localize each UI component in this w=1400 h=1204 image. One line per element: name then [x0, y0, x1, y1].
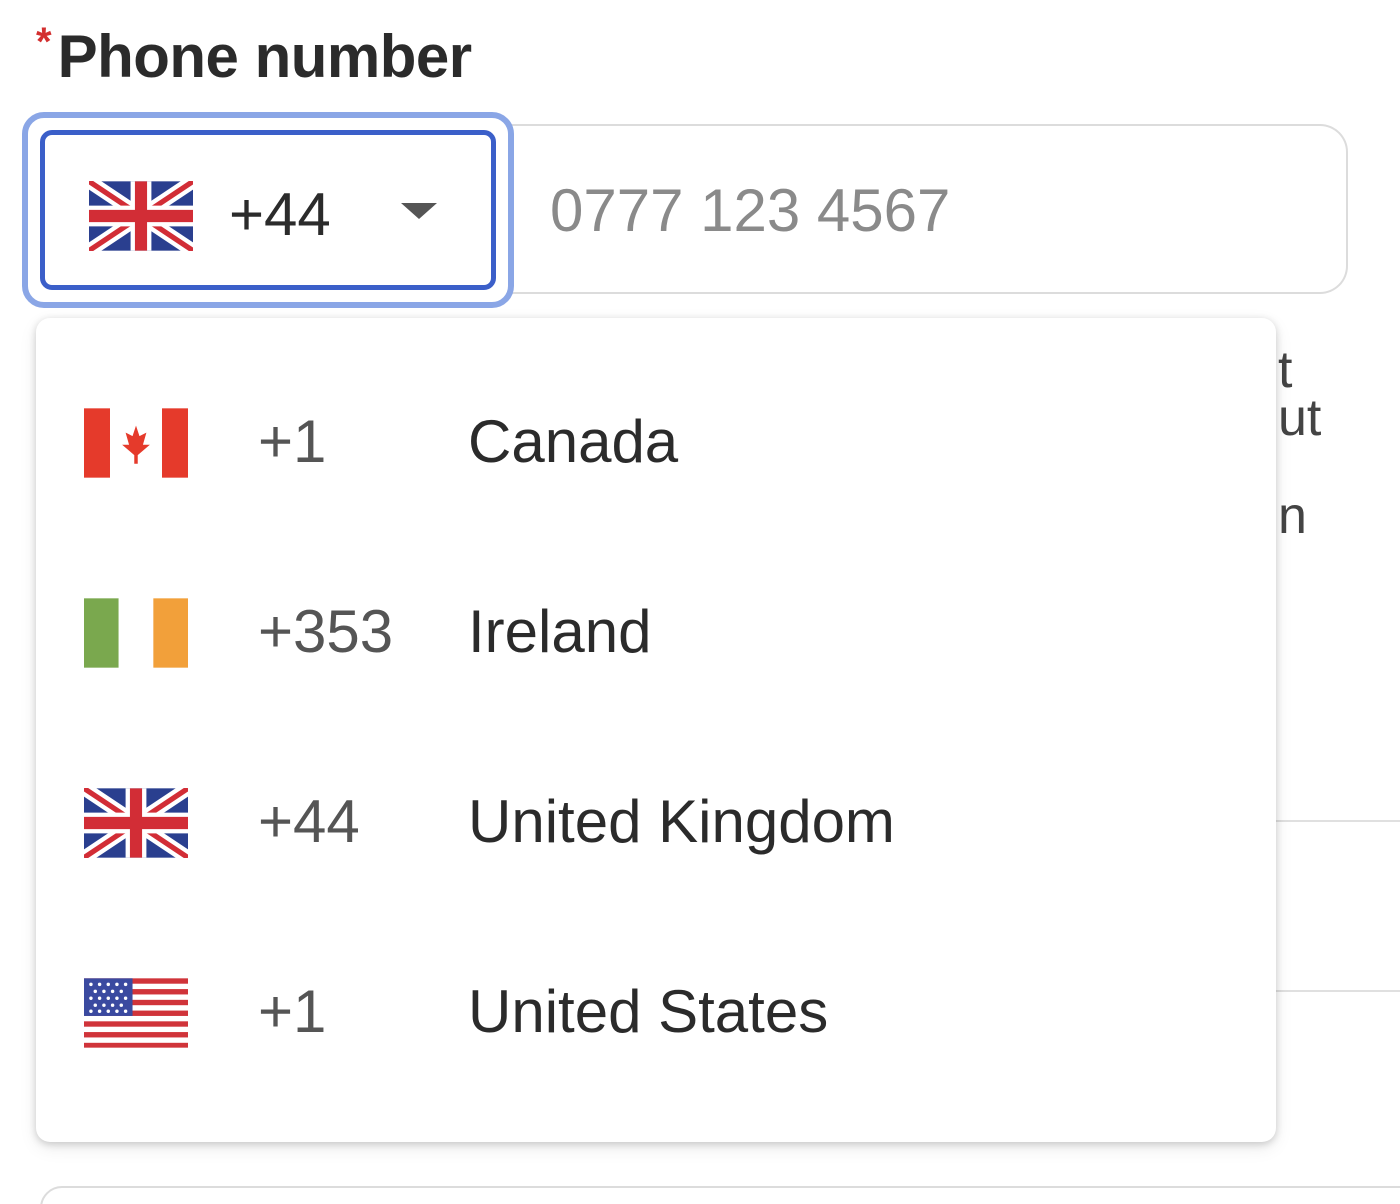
country-option-united-kingdom[interactable]: +44 United Kingdom [36, 730, 1276, 920]
option-country-name: Ireland [468, 598, 652, 665]
country-option-canada[interactable]: +1 Canada [36, 350, 1276, 540]
phone-number-input[interactable] [548, 126, 1312, 294]
required-marker: * [36, 20, 52, 64]
background-text: ut [1278, 389, 1322, 447]
country-code-select[interactable]: +44 [22, 112, 514, 308]
uk-flag-icon [84, 788, 188, 858]
phone-form: * Phone number t ut n +44 [0, 0, 1400, 1204]
background-divider [1276, 820, 1400, 822]
phone-label-row: * Phone number [36, 22, 472, 92]
option-code: +44 [258, 788, 360, 855]
phone-input-group: +44 [22, 112, 1350, 308]
country-select-focus-ring: +44 [40, 130, 496, 290]
canada-flag-icon [84, 408, 188, 478]
option-code: +353 [258, 598, 394, 665]
option-code: +1 [258, 978, 327, 1045]
country-option-united-states[interactable]: +1 United States [36, 920, 1276, 1110]
background-text: n [1278, 487, 1307, 545]
phone-number-field [492, 124, 1348, 294]
option-country-name: United Kingdom [468, 788, 895, 855]
option-country-name: United States [468, 978, 829, 1045]
option-country-name: Canada [468, 408, 679, 475]
chevron-down-icon [401, 203, 437, 219]
next-field-outline [40, 1186, 1400, 1204]
uk-flag-icon [89, 181, 193, 251]
us-flag-icon [84, 978, 188, 1048]
country-dropdown: +1 Canada +353 Ireland +44 United Kingdo… [36, 318, 1276, 1142]
country-option-ireland[interactable]: +353 Ireland [36, 540, 1276, 730]
ireland-flag-icon [84, 598, 188, 668]
background-divider [1276, 990, 1400, 992]
selected-country-code: +44 [229, 181, 331, 248]
option-code: +1 [258, 408, 327, 475]
phone-number-label: Phone number [57, 23, 473, 90]
